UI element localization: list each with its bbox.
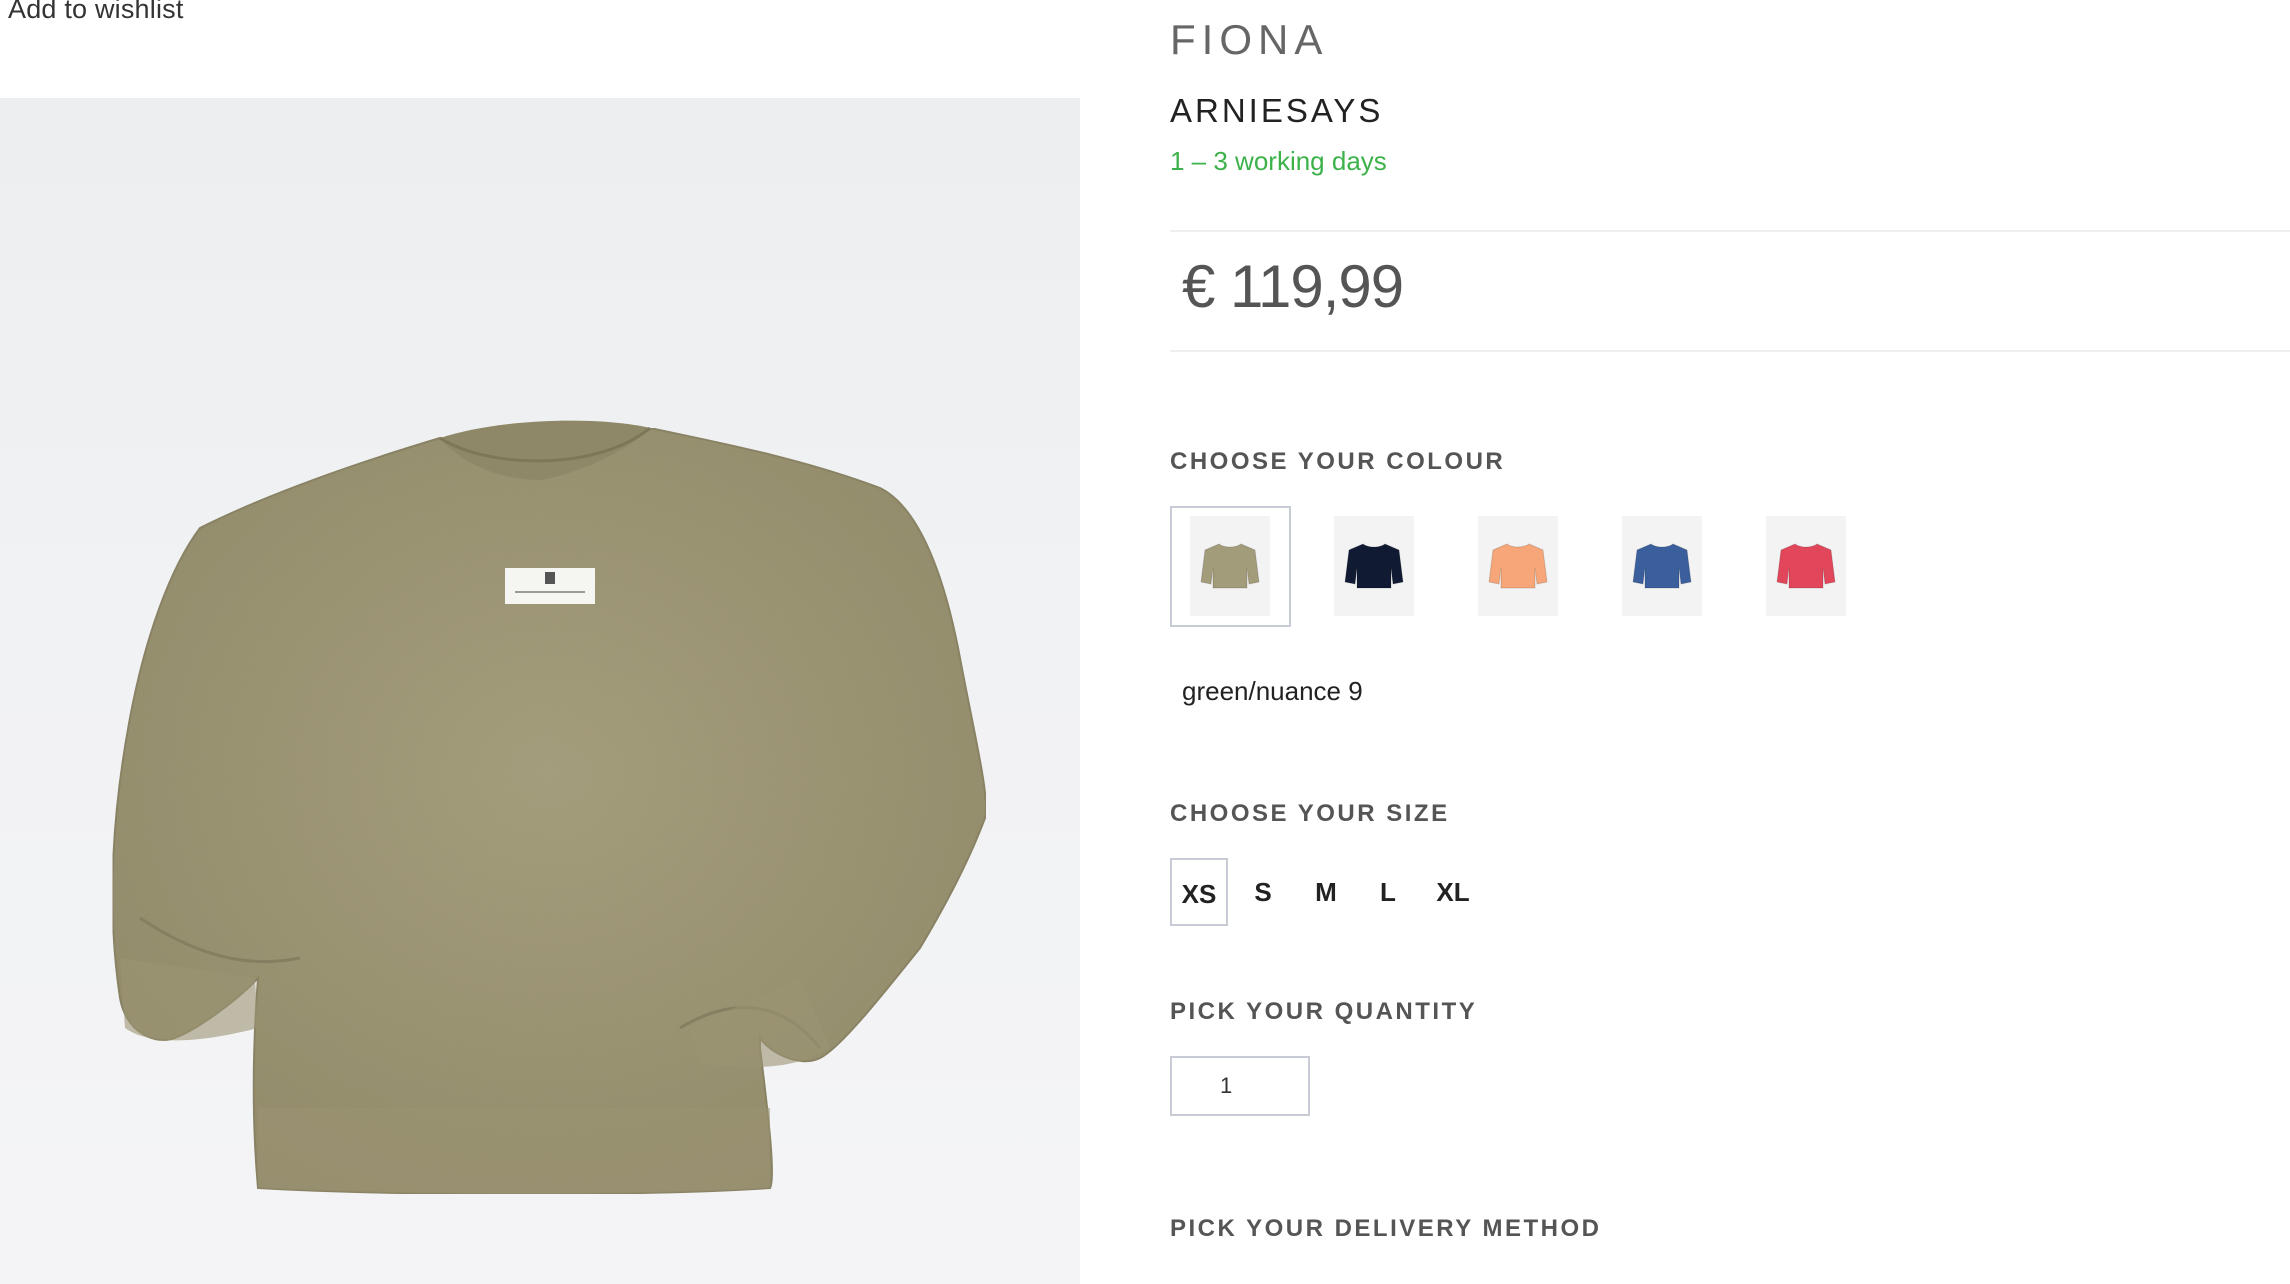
size-option-l[interactable]: L xyxy=(1364,858,1412,926)
colour-swatch-navy[interactable] xyxy=(1334,516,1414,616)
size-option-xs[interactable]: XS xyxy=(1170,858,1228,926)
size-heading: CHOOSE YOUR SIZE xyxy=(1170,800,1450,827)
selected-colour-name: green/nuance 9 xyxy=(1182,676,1363,706)
quantity-input[interactable] xyxy=(1170,1056,1310,1116)
colour-swatch-green[interactable] xyxy=(1190,516,1270,616)
product-main-image xyxy=(0,98,1080,1284)
sweater-thumb-icon xyxy=(1200,543,1260,589)
size-option-xl[interactable]: XL xyxy=(1422,858,1484,926)
add-to-wishlist-link[interactable]: Add to wishlist xyxy=(8,0,184,25)
product-info-panel: FIONA ARNIESAYS 1 – 3 working days € 119… xyxy=(1170,0,2290,1284)
product-title: FIONA xyxy=(1170,16,1329,63)
size-option-s[interactable]: S xyxy=(1238,858,1288,926)
delivery-method-heading: PICK YOUR DELIVERY METHOD xyxy=(1170,1215,1602,1242)
divider xyxy=(1170,350,2290,352)
product-brand[interactable]: ARNIESAYS xyxy=(1170,92,1383,130)
sweater-thumb-icon xyxy=(1776,543,1836,589)
colour-heading: CHOOSE YOUR COLOUR xyxy=(1170,448,1506,475)
sweater-thumb-icon xyxy=(1632,543,1692,589)
sweater-illustration xyxy=(111,420,987,1195)
divider xyxy=(1170,230,2290,232)
colour-swatch-red[interactable] xyxy=(1766,516,1846,616)
delivery-time: 1 – 3 working days xyxy=(1170,146,1387,176)
quantity-heading: PICK YOUR QUANTITY xyxy=(1170,998,1478,1025)
colour-swatch-blue[interactable] xyxy=(1622,516,1702,616)
product-price: € 119,99 xyxy=(1182,253,1404,320)
sweater-thumb-icon xyxy=(1488,543,1548,589)
size-option-m[interactable]: M xyxy=(1298,858,1354,926)
sweater-thumb-icon xyxy=(1344,543,1404,589)
colour-swatch-peach[interactable] xyxy=(1478,516,1558,616)
